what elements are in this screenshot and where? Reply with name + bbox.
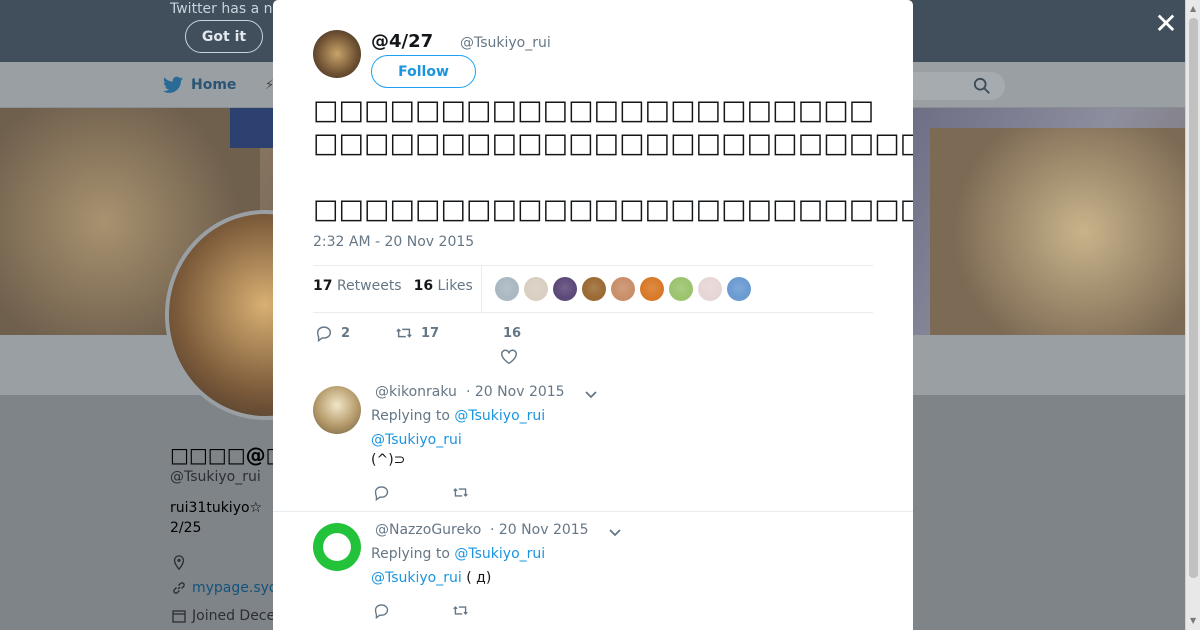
reply-text: (^)⊃ [371,452,406,468]
page-scrollbar[interactable]: ▲ ▼ [1185,0,1200,630]
reply-icon [316,326,332,342]
reply-count: 2 [341,325,351,341]
chevron-down-icon[interactable] [584,387,598,401]
stats-separator [481,266,482,312]
retweet-count: 17 [421,325,440,341]
profile-handle: @Tsukiyo_rui [170,469,261,485]
follow-button[interactable]: Follow [371,55,476,88]
tweet-text-line3 [313,160,913,193]
twitter-bird-icon [163,76,183,93]
reply-mention-link[interactable]: @Tsukiyo_rui [371,570,462,586]
retweet-icon[interactable] [452,484,469,501]
profile-website-link[interactable]: mypage.syo [172,580,277,596]
likes-stat[interactable]: 16 Likes [414,278,473,294]
reply-button[interactable]: 2 [315,324,395,342]
replying-to-link[interactable]: @Tsukiyo_rui [454,408,545,424]
chevron-down-icon[interactable] [608,525,622,539]
reply-mention-link[interactable]: @Tsukiyo_rui [371,432,462,448]
like-count: 16 [503,325,522,341]
scroll-up-arrow-icon[interactable]: ▲ [1190,4,1196,13]
reply-handle[interactable]: @NazzoGureko [375,522,481,538]
close-modal-icon[interactable]: ✕ [1152,10,1180,38]
liker-avatar[interactable] [669,277,693,301]
retweet-button[interactable]: 17 [395,324,495,342]
reply-icon[interactable] [373,484,390,501]
stats-divider-top [313,265,873,266]
tweet-timestamp[interactable]: 2:32 AM - 20 Nov 2015 [313,234,474,250]
liker-avatar[interactable] [553,277,577,301]
tweet-stats: 17 Retweets 16 Likes [313,278,473,294]
reply-handle[interactable]: @kikonraku [375,384,457,400]
liker-avatar[interactable] [495,277,519,301]
link-icon [173,582,185,594]
reply-avatar[interactable] [313,523,361,571]
tweet-permalink-modal: @4/27 @Tsukiyo_rui Follow □□□□□□□□□□□□□□… [273,0,913,630]
replying-to: Replying to @Tsukiyo_rui [371,546,546,562]
scrollbar-thumb[interactable] [1189,18,1198,578]
nav-home-link[interactable]: Home [163,76,236,94]
reply-text-line: @Tsukiyo_rui ( д) [371,570,491,586]
profile-bio-line1: rui31tukiyo☆ [170,500,263,516]
replying-to-link[interactable]: @Tsukiyo_rui [454,546,545,562]
tweet-text-line1: □□□□□□□□□□□□□□□□□□□□□□ [313,95,875,126]
liker-avatar[interactable] [727,277,751,301]
liker-avatar[interactable] [698,277,722,301]
profile-website-text: mypage.syo [192,580,278,596]
likers-avatars [495,277,751,301]
tweet-text-line4: □□□□□□□□□□□□□□□□□□□□□□□□□□□□□□□…… [313,194,913,225]
reply-icon[interactable] [373,602,390,619]
liker-avatar[interactable] [524,277,548,301]
reply-text: ( д) [466,570,492,586]
liker-avatar[interactable] [582,277,606,301]
liker-avatar[interactable] [611,277,635,301]
tweet-text: □□□□□□□□□□□□□□□□□□□□□□ □□□□□□□□□□□□□□□□□□… [313,94,913,226]
reply-separator [273,511,913,512]
retweet-icon[interactable] [452,602,469,619]
banner-text: Twitter has a n [170,1,273,17]
nav-home-label: Home [191,77,237,93]
retweet-icon [396,328,412,338]
stats-divider-bottom [313,312,873,313]
profile-joined: Joined Dece [172,608,275,624]
reply-date[interactable]: · 20 Nov 2015 [466,384,565,400]
reply-date[interactable]: · 20 Nov 2015 [490,522,589,538]
scroll-down-arrow-icon[interactable]: ▼ [1190,616,1196,625]
profile-joined-text: Joined Dece [192,608,276,624]
liker-avatar[interactable] [640,277,664,301]
reply-actions [373,484,469,501]
author-name[interactable]: @4/27 [371,31,433,52]
tweet-actions: 2 17 16 [315,324,521,342]
author-handle[interactable]: @Tsukiyo_rui [460,35,551,51]
reply-actions [373,602,469,619]
reply-avatar[interactable] [313,386,361,434]
tweet-text-line2: □□□□□□□□□□□□□□□□□□□□□□□□□□□□□□□□□□□□□□□□… [313,128,913,159]
author-avatar[interactable] [313,30,361,78]
heart-icon[interactable] [500,348,518,366]
like-button[interactable]: 16 [495,326,521,341]
retweets-stat[interactable]: 17 Retweets [313,278,402,294]
reply-mention-line: @Tsukiyo_rui [371,432,462,448]
got-it-button[interactable]: Got it [185,20,263,53]
profile-bio-line2: 2/25 [170,520,202,536]
search-icon[interactable] [973,77,991,95]
location-icon [173,555,185,571]
replying-to: Replying to @Tsukiyo_rui [371,408,546,424]
calendar-icon [172,610,186,623]
